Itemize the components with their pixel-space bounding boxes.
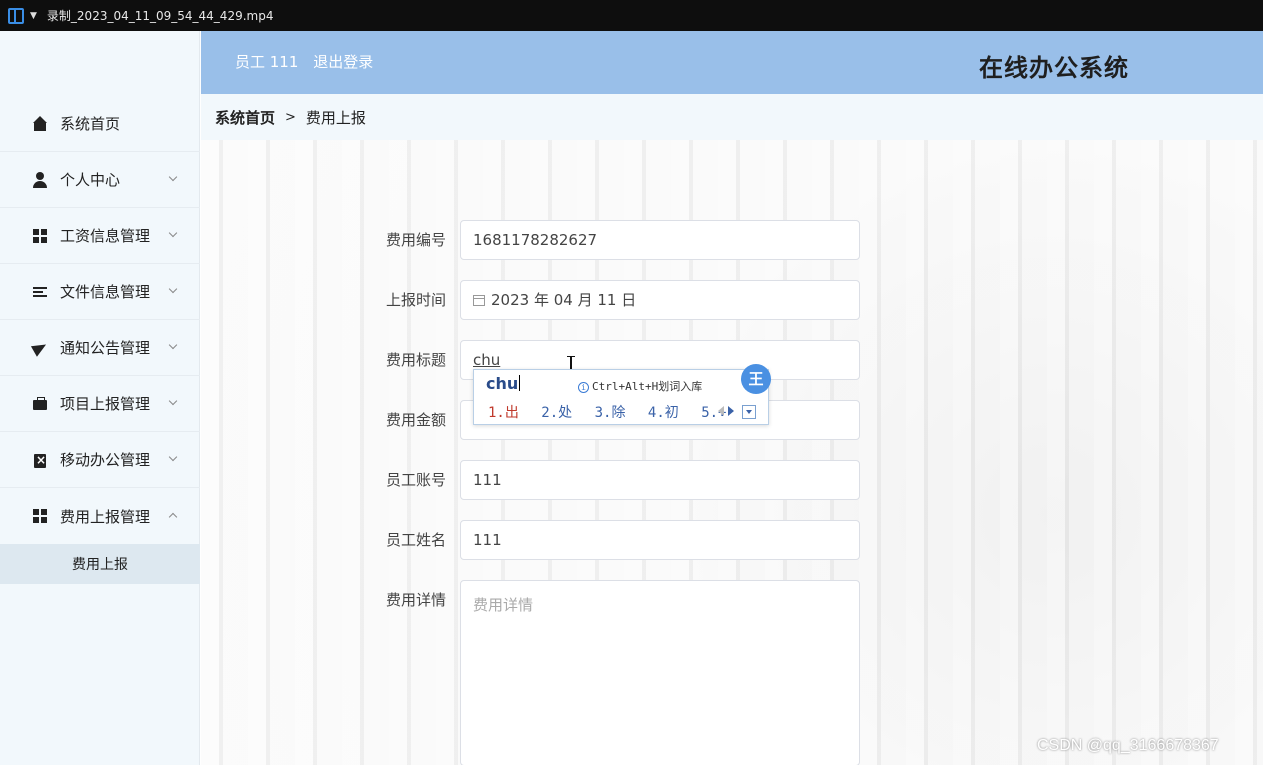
expense-details-label: 费用详情 bbox=[386, 591, 447, 609]
sidebar-item-mobile-office[interactable]: 移动办公管理 bbox=[0, 432, 200, 488]
sidebar-item-label: 文件信息管理 bbox=[60, 283, 151, 301]
breadcrumb: 系统首页 > 费用上报 bbox=[201, 94, 1263, 140]
watermark: CSDN @qq_3166678367 bbox=[1037, 737, 1219, 754]
expense-amount-label: 费用金额 bbox=[386, 411, 447, 429]
user-label: 员工 111 bbox=[235, 53, 299, 71]
sidebar-item-label: 项目上报管理 bbox=[60, 395, 151, 413]
logout-link[interactable]: 退出登录 bbox=[313, 53, 373, 71]
sidebar-item-personal-center[interactable]: 个人中心 bbox=[0, 152, 200, 208]
ime-candidates: 1.出 2.处 3.除 4.初 5.÷ bbox=[488, 402, 740, 422]
employee-name-label: 员工姓名 bbox=[386, 531, 447, 549]
expense-id-label: 费用编号 bbox=[386, 231, 447, 249]
chevron-down-icon bbox=[168, 172, 178, 182]
sidebar-item-label: 个人中心 bbox=[60, 171, 121, 189]
ime-candidate[interactable]: 2.处 bbox=[541, 405, 572, 421]
sidebar-item-label: 费用上报管理 bbox=[60, 507, 151, 526]
expense-title-value: chu bbox=[473, 351, 501, 369]
sidebar-item-projects[interactable]: 项目上报管理 bbox=[0, 376, 200, 432]
header-user-area: 员工 111 退出登录 bbox=[235, 51, 373, 72]
ime-page-nav bbox=[718, 405, 758, 419]
calendar-icon bbox=[473, 295, 485, 306]
grid-icon bbox=[32, 227, 48, 244]
ime-menu-dropdown-icon[interactable] bbox=[742, 405, 756, 419]
expense-id-field[interactable]: 1681178282627 bbox=[460, 220, 860, 260]
sidebar-item-notices[interactable]: 通知公告管理 bbox=[0, 320, 200, 376]
sidebar-subitem-expense-report[interactable]: 费用上报 bbox=[0, 544, 200, 584]
sidebar-item-home[interactable]: 系统首页 bbox=[0, 96, 200, 152]
prev-page-icon[interactable] bbox=[718, 406, 724, 416]
ime-tip: i Ctrl+Alt+H划词入库 bbox=[578, 378, 702, 394]
sidebar-item-expense-management[interactable]: 费用上报管理 bbox=[0, 488, 200, 544]
report-time-field[interactable]: 2023 年 04 月 11 日 bbox=[460, 280, 860, 320]
ime-candidate[interactable]: 4.初 bbox=[648, 405, 679, 421]
breadcrumb-separator: > bbox=[285, 109, 296, 125]
sidebar-item-label: 工资信息管理 bbox=[60, 227, 151, 245]
ime-caret bbox=[519, 375, 521, 391]
sidebar-subitem-label: 费用上报 bbox=[72, 557, 128, 573]
chevron-down-icon bbox=[168, 228, 178, 238]
expense-title-label: 费用标题 bbox=[386, 351, 447, 369]
chevron-down-icon bbox=[168, 452, 178, 462]
clipboard-icon bbox=[32, 452, 48, 468]
next-page-icon[interactable] bbox=[728, 406, 734, 416]
home-icon bbox=[32, 115, 48, 132]
sidebar-item-label: 通知公告管理 bbox=[60, 339, 151, 357]
info-icon: i bbox=[578, 382, 589, 393]
chevron-down-icon bbox=[168, 396, 178, 406]
report-time-label: 上报时间 bbox=[386, 291, 447, 309]
window-title: 录制_2023_04_11_09_54_44_429.mp4 bbox=[46, 9, 274, 23]
ime-candidate[interactable]: 3.除 bbox=[595, 405, 626, 421]
sidebar-item-files[interactable]: 文件信息管理 bbox=[0, 264, 200, 320]
ime-badge[interactable]: 王 bbox=[741, 364, 771, 394]
expense-details-textarea[interactable]: 费用详情 bbox=[460, 580, 860, 765]
chevron-down-icon bbox=[168, 284, 178, 294]
breadcrumb-home[interactable]: 系统首页 bbox=[215, 107, 275, 128]
employee-account-label: 员工账号 bbox=[386, 471, 447, 489]
employee-account-field[interactable]: 111 bbox=[460, 460, 860, 500]
sidebar-item-salary[interactable]: 工资信息管理 bbox=[0, 208, 200, 264]
report-time-value: 2023 年 04 月 11 日 bbox=[491, 291, 637, 309]
sidebar: 系统首页 个人中心 工资信息管理 文件信息管理 通知公告管理 项目上报管理 × … bbox=[0, 31, 200, 765]
breadcrumb-current: 费用上报 bbox=[305, 108, 366, 127]
chevron-up-icon bbox=[168, 512, 178, 522]
top-header: 员工 111 退出登录 在线办公系统 bbox=[201, 31, 1263, 94]
briefcase-icon bbox=[32, 396, 48, 412]
ime-composition: chu bbox=[486, 374, 521, 393]
app-icon[interactable] bbox=[8, 7, 24, 24]
ime-candidate-window: chu i Ctrl+Alt+H划词入库 王 1.出 2.处 3.除 4.初 5.… bbox=[473, 364, 771, 425]
main-content: 费用编号 1681178282627 上报时间 2023 年 04 月 11 日… bbox=[201, 140, 1263, 765]
send-icon bbox=[32, 340, 48, 356]
system-title: 在线办公系统 bbox=[979, 54, 1129, 82]
ime-candidate[interactable]: 1.出 bbox=[488, 405, 519, 421]
grid-icon bbox=[32, 508, 48, 524]
user-icon bbox=[32, 171, 48, 188]
sidebar-item-label: 移动办公管理 bbox=[60, 451, 151, 469]
chevron-down-icon bbox=[168, 340, 178, 350]
window-title-bar: ▼ 录制_2023_04_11_09_54_44_429.mp4 bbox=[0, 0, 1263, 31]
sidebar-item-label: 系统首页 bbox=[60, 115, 121, 133]
sidebar-menu: 系统首页 个人中心 工资信息管理 文件信息管理 通知公告管理 项目上报管理 × … bbox=[0, 96, 200, 584]
list-icon bbox=[32, 283, 48, 300]
employee-name-field[interactable]: 111 bbox=[460, 520, 860, 560]
dropdown-arrow-icon[interactable]: ▼ bbox=[30, 11, 37, 21]
